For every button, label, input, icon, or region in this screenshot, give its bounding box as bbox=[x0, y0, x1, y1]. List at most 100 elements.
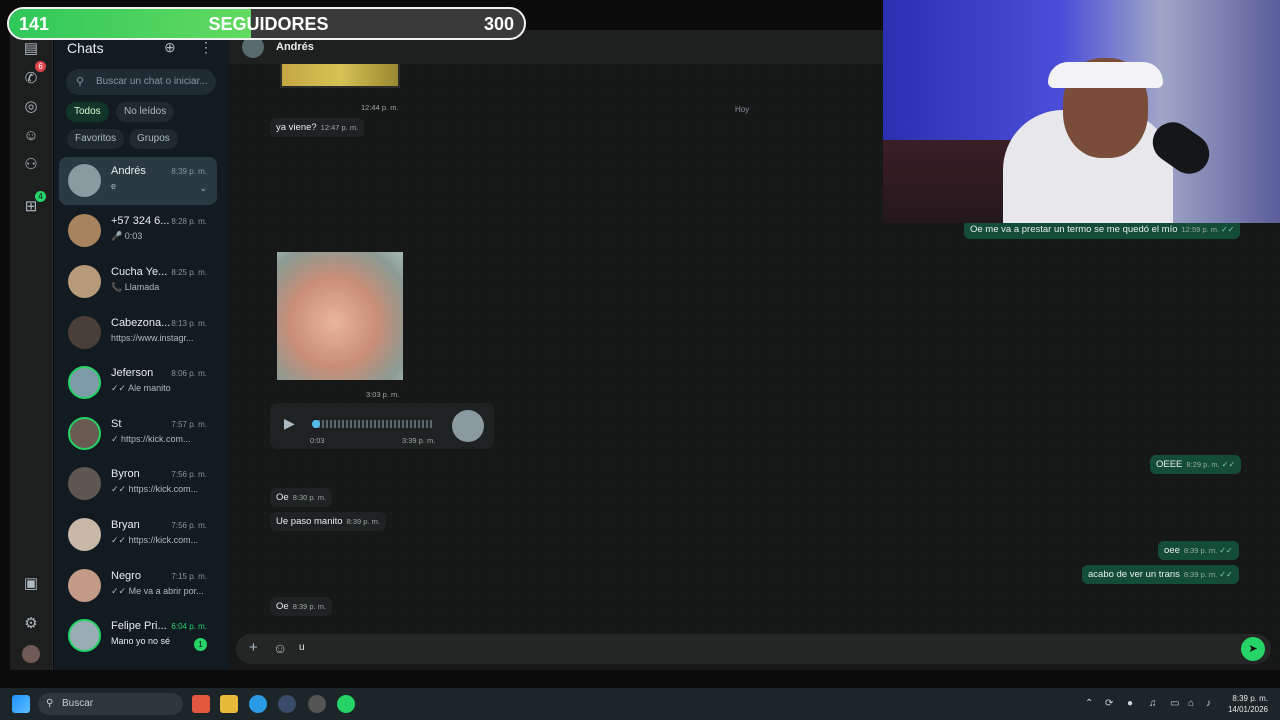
edge-icon[interactable] bbox=[249, 695, 267, 713]
taskbar-search-label: Buscar bbox=[62, 698, 94, 709]
steam-icon[interactable] bbox=[278, 695, 296, 713]
avatar bbox=[68, 316, 101, 349]
chat-item[interactable]: Bryan 7:56 p. m. ✓✓ https://kick.com... bbox=[59, 511, 217, 559]
chat-name: +57 324 6... bbox=[111, 215, 170, 227]
menu-icon[interactable]: ⋮ bbox=[199, 39, 213, 56]
read-ticks-icon: ✓✓ bbox=[1221, 460, 1236, 469]
taskbar-search[interactable]: ⚲ Buscar bbox=[38, 693, 183, 715]
chat-item[interactable]: Cucha Ye... 8:25 p. m. 📞 Llamada bbox=[59, 258, 217, 306]
whatsapp-icon[interactable] bbox=[337, 695, 355, 713]
chat-preview: https://www.instagr... bbox=[111, 333, 194, 343]
chat-list-panel: Chats ⊕ ⋮ ⚲ Buscar un chat o iniciar... … bbox=[54, 30, 230, 670]
brave-icon[interactable] bbox=[192, 695, 210, 713]
taskbar-clock[interactable]: 8:39 p. m. 14/01/2026 bbox=[1228, 693, 1268, 715]
status-icon[interactable]: ◎ bbox=[22, 98, 40, 116]
message-in[interactable]: Ue paso manito 8:39 p. m. bbox=[270, 512, 386, 531]
tray-display-icon[interactable]: ▭ bbox=[1170, 698, 1179, 709]
tray-volume-icon[interactable]: ♪ bbox=[1206, 698, 1211, 709]
filter-todos[interactable]: Todos bbox=[66, 102, 109, 122]
chat-name: Felipe Pri... bbox=[111, 620, 167, 632]
avatar bbox=[68, 619, 101, 652]
send-icon[interactable]: ➤ bbox=[1241, 637, 1265, 661]
chat-item[interactable]: Andrés 8:39 p. m. e ⌄ bbox=[59, 157, 217, 205]
image-message[interactable] bbox=[280, 60, 400, 88]
message-composer[interactable]: + ☺ u ➤ bbox=[236, 634, 1271, 664]
sticker-icon[interactable]: ☺ bbox=[273, 640, 287, 656]
message-time: 12:59 p. m. bbox=[1181, 225, 1220, 234]
chat-item[interactable]: Byron 7:56 p. m. ✓✓ https://kick.com... bbox=[59, 460, 217, 508]
media-icon[interactable]: ▣ bbox=[22, 575, 40, 593]
message-input[interactable]: u bbox=[299, 642, 305, 653]
chevron-down-icon[interactable]: ⌄ bbox=[199, 183, 207, 194]
chat-time: 6:04 p. m. bbox=[171, 622, 207, 631]
message-time: 8:39 p. m. bbox=[292, 602, 327, 611]
profile-avatar[interactable] bbox=[22, 645, 40, 663]
file-explorer-icon[interactable] bbox=[220, 695, 238, 713]
chat-name: Jeferson bbox=[111, 367, 154, 379]
image-message[interactable] bbox=[277, 252, 403, 380]
message-out[interactable]: acabo de ver un trans 8:39 p. m. ✓✓ bbox=[1082, 565, 1239, 584]
obs-icon[interactable] bbox=[308, 695, 326, 713]
chats-title: Chats bbox=[67, 40, 104, 56]
message-out[interactable]: OEEE 8:29 p. m. ✓✓ bbox=[1150, 455, 1242, 474]
followers-label: SEGUIDORES bbox=[208, 14, 329, 34]
tray-app-icon[interactable]: ● bbox=[1127, 698, 1133, 709]
calls-icon[interactable]: ✆ bbox=[22, 70, 40, 88]
new-chat-icon[interactable]: ⊕ bbox=[164, 39, 176, 56]
read-ticks-icon: ✓✓ bbox=[1219, 546, 1233, 555]
message-text: Ue paso manito bbox=[276, 516, 343, 527]
message-text: acabo de ver un trans bbox=[1088, 569, 1180, 580]
message-time: 8:39 p. m. bbox=[1183, 570, 1218, 579]
chat-name: Andrés bbox=[111, 165, 146, 177]
chat-item[interactable]: St 7:57 p. m. ✓ https://kick.com... bbox=[59, 410, 217, 458]
search-placeholder: Buscar un chat o iniciar... bbox=[96, 76, 208, 87]
windows-start-icon[interactable] bbox=[12, 695, 30, 713]
chat-item[interactable]: Negro 7:15 p. m. ✓✓ Me va a abrir por... bbox=[59, 562, 217, 610]
filter-grupos[interactable]: Grupos bbox=[129, 129, 178, 149]
chat-time: 7:56 p. m. bbox=[171, 521, 207, 530]
chat-time: 8:25 p. m. bbox=[171, 268, 207, 277]
communities-icon[interactable]: ⚇ bbox=[22, 156, 40, 174]
chat-item[interactable]: +57 324 6... 8:28 p. m. 🎤 0:03 bbox=[59, 207, 217, 255]
playhead[interactable] bbox=[312, 420, 320, 428]
filter-no-leidos[interactable]: No leídos bbox=[116, 102, 175, 122]
search-input[interactable]: ⚲ Buscar un chat o iniciar... bbox=[66, 69, 216, 95]
voice-duration: 0:03 bbox=[310, 436, 325, 445]
waveform[interactable] bbox=[314, 420, 434, 428]
message-text: ya viene? bbox=[276, 122, 317, 133]
chats-icon[interactable]: ▤ bbox=[22, 40, 40, 58]
message-in[interactable]: Oe 8:39 p. m. bbox=[270, 597, 333, 616]
followers-current: 141 bbox=[19, 14, 50, 34]
chat-preview: 🎤 0:03 bbox=[111, 231, 143, 241]
search-icon: ⚲ bbox=[46, 698, 54, 709]
chat-item[interactable]: Felipe Pri... 6:04 p. m. Mano yo no sé 1 bbox=[59, 612, 217, 660]
chat-item[interactable]: Jeferson 8:06 p. m. ✓✓ Ale manito bbox=[59, 359, 217, 407]
message-time: 8:30 p. m. bbox=[292, 493, 327, 502]
avatar bbox=[68, 366, 101, 399]
message-time: 12:47 p. m. bbox=[320, 123, 359, 132]
voice-message[interactable]: ▶ 0:03 3:39 p. m. bbox=[270, 403, 494, 449]
message-in[interactable]: Oe 8:30 p. m. bbox=[270, 488, 333, 507]
avatar bbox=[68, 265, 101, 298]
attach-plus-icon[interactable]: + bbox=[249, 639, 258, 656]
chat-name: Cucha Ye... bbox=[111, 266, 168, 278]
tray-network-icon[interactable]: ⌂ bbox=[1188, 698, 1194, 709]
message-out[interactable]: oee 8:39 p. m. ✓✓ bbox=[1158, 541, 1239, 560]
windows-taskbar: ⚲ Buscar ⌃ ⟳ ● ♫ ▭ ⌂ ♪ 8:39 p. m. 14/01/… bbox=[0, 688, 1280, 720]
message-time: 8:39 p. m. bbox=[1183, 546, 1218, 555]
chat-time: 7:57 p. m. bbox=[171, 420, 207, 429]
chat-preview: e bbox=[111, 181, 117, 191]
avatar bbox=[68, 417, 101, 450]
message-in[interactable]: ya viene? 12:47 p. m. bbox=[270, 118, 365, 137]
tray-sync-icon[interactable]: ⟳ bbox=[1105, 698, 1113, 709]
filter-favoritos[interactable]: Favoritos bbox=[67, 129, 125, 149]
channels-icon[interactable]: ☺ bbox=[22, 127, 40, 145]
play-icon[interactable]: ▶ bbox=[284, 415, 295, 432]
settings-icon[interactable]: ⚙ bbox=[22, 615, 40, 633]
tray-chevron-icon[interactable]: ⌃ bbox=[1085, 698, 1093, 709]
read-ticks-icon: ✓✓ bbox=[1219, 570, 1233, 579]
message-text: oee bbox=[1164, 545, 1180, 556]
chat-item[interactable]: Cabezona... 8:13 p. m. https://www.insta… bbox=[59, 309, 217, 357]
chat-preview: ✓✓ Ale manito bbox=[111, 383, 171, 393]
tray-mic-icon[interactable]: ♫ bbox=[1149, 698, 1157, 709]
